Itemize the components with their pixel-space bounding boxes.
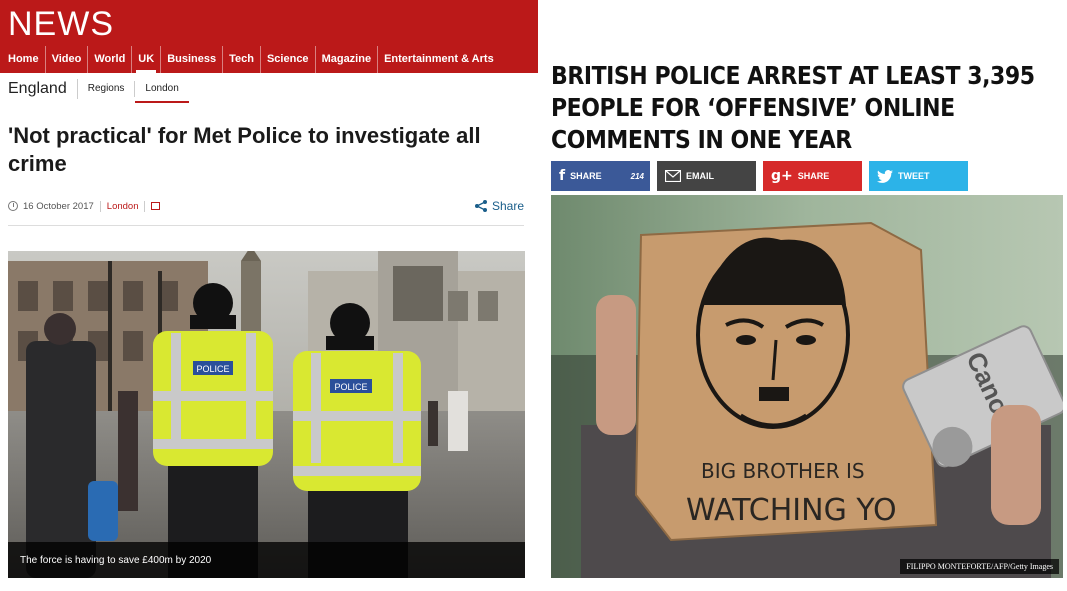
- facebook-share-button[interactable]: f SHARE 214: [551, 161, 650, 191]
- email-share-button[interactable]: EMAIL: [657, 161, 756, 191]
- share-button[interactable]: Share: [474, 199, 524, 213]
- police-photo: POLICE POLICE The force is having to sav…: [8, 251, 525, 578]
- nav-science[interactable]: Science: [261, 46, 316, 73]
- vest-label: POLICE: [334, 382, 367, 392]
- facebook-share-label: SHARE: [570, 171, 602, 181]
- top-navigation: Home Video World UK Business Tech Scienc…: [0, 46, 538, 73]
- column-gap: [538, 0, 548, 591]
- comment-flag-icon[interactable]: [151, 202, 161, 210]
- tabloid-article-page: BRITISH POLICE ARREST AT LEAST 3,395 PEO…: [548, 0, 1067, 591]
- share-label: Share: [491, 199, 524, 213]
- photo-caption: The force is having to save £400m by 202…: [8, 542, 525, 578]
- social-share-bar: f SHARE 214 EMAIL g+ SHARE TWEET: [551, 161, 975, 191]
- divider: [8, 225, 524, 226]
- nav-video[interactable]: Video: [46, 46, 89, 73]
- sign-text-line-1: BIG BROTHER IS: [701, 459, 865, 483]
- clock-icon: [8, 201, 18, 211]
- nav-home[interactable]: Home: [2, 46, 46, 73]
- email-icon: [665, 170, 681, 182]
- twitter-share-label: TWEET: [898, 171, 930, 181]
- masthead: NEWS Home Video World UK Business Tech S…: [0, 0, 538, 73]
- news-logo[interactable]: NEWS: [8, 4, 114, 44]
- nav-uk[interactable]: UK: [132, 46, 162, 73]
- nav-business[interactable]: Business: [161, 46, 224, 73]
- photo-credit: FILIPPO MONTEFORTE/AFP/Getty Images: [900, 559, 1059, 574]
- article-headline: 'Not practical' for Met Police to invest…: [8, 123, 481, 176]
- facebook-icon: f: [559, 168, 566, 184]
- sign-text-line-2: WATCHING YO: [686, 493, 897, 528]
- vest-label: POLICE: [196, 364, 229, 374]
- google-plus-icon: g+: [771, 168, 793, 184]
- nav-magazine[interactable]: Magazine: [316, 46, 379, 73]
- section-title[interactable]: England: [8, 79, 78, 99]
- email-share-label: EMAIL: [686, 171, 714, 181]
- nav-world[interactable]: World: [88, 46, 133, 73]
- article-date: 16 October 2017: [23, 200, 101, 212]
- share-count: 214: [630, 171, 644, 181]
- section-subnav: England Regions London: [8, 78, 190, 103]
- nav-entertainment-arts[interactable]: Entertainment & Arts: [378, 46, 500, 73]
- article-meta: 16 October 2017 London Share: [8, 198, 524, 214]
- twitter-icon: [877, 169, 893, 183]
- subnav-london[interactable]: London: [135, 81, 190, 103]
- google-plus-share-label: SHARE: [797, 171, 830, 181]
- subnav-regions[interactable]: Regions: [78, 81, 136, 97]
- article-headline: BRITISH POLICE ARREST AT LEAST 3,395 PEO…: [551, 61, 1035, 154]
- google-plus-share-button[interactable]: g+ SHARE: [763, 161, 862, 191]
- news-article-page: NEWS Home Video World UK Business Tech S…: [0, 0, 538, 591]
- article-section-link[interactable]: London: [101, 200, 146, 212]
- nav-tech[interactable]: Tech: [223, 46, 261, 73]
- twitter-share-button[interactable]: TWEET: [869, 161, 968, 191]
- share-icon: [474, 200, 487, 212]
- protest-photo: BIG BROTHER IS WATCHING YO Canon FILIPPO…: [551, 195, 1063, 578]
